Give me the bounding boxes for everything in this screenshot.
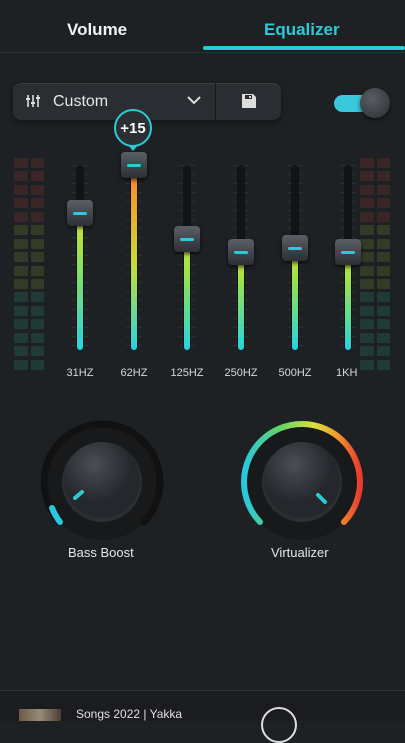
- bass-boost-knob[interactable]: [38, 418, 166, 546]
- bubble-tail: [128, 145, 138, 151]
- vu-segment: [14, 238, 28, 249]
- band-fill: [345, 252, 351, 350]
- sliders-icon: [26, 95, 40, 107]
- band-label: 1KH: [336, 367, 358, 379]
- vu-segment: [30, 252, 44, 263]
- tab-bar: Volume Equalizer: [0, 0, 405, 53]
- mini-player[interactable]: Songs 2022 | Yakka: [0, 690, 405, 743]
- vu-segment: [14, 184, 28, 195]
- vu-segment: [14, 292, 28, 303]
- chevron-down-icon: [187, 96, 201, 105]
- vu-segment: [14, 332, 28, 343]
- band-label: 31HZ: [66, 367, 94, 379]
- band-fill: [184, 239, 190, 350]
- vu-meter-left: [14, 158, 44, 370]
- virtualizer-knob[interactable]: [238, 418, 366, 546]
- vu-segment: [14, 211, 28, 222]
- vu-segment: [376, 252, 390, 263]
- bass-boost-label: Bass Boost: [68, 545, 134, 560]
- vu-segment: [376, 332, 390, 343]
- vu-segment: [376, 292, 390, 303]
- eq-band-250hz[interactable]: [221, 165, 261, 350]
- active-tab-indicator: [203, 46, 405, 50]
- eq-band-125hz[interactable]: [167, 165, 207, 350]
- vu-segment: [30, 292, 44, 303]
- eq-band-500hz[interactable]: [275, 165, 315, 350]
- vu-segment: [14, 171, 28, 182]
- vu-segment: [14, 252, 28, 263]
- tab-volume[interactable]: Volume: [67, 20, 127, 40]
- toggle-knob: [360, 88, 390, 118]
- vu-segment: [30, 319, 44, 330]
- band-label: 500HZ: [278, 367, 312, 379]
- preset-divider: [215, 83, 216, 120]
- band-thumb[interactable]: [121, 152, 147, 178]
- eq-band-31hz[interactable]: [60, 165, 100, 350]
- band-fill: [292, 248, 298, 350]
- vu-segment: [14, 225, 28, 236]
- band-thumb[interactable]: [174, 226, 200, 252]
- band-thumb[interactable]: [282, 235, 308, 261]
- vu-segment: [376, 278, 390, 289]
- vu-segment: [14, 198, 28, 209]
- vu-segment: [30, 225, 44, 236]
- vu-segment: [14, 265, 28, 276]
- vu-segment: [30, 211, 44, 222]
- vu-segment: [30, 265, 44, 276]
- vu-segment: [30, 171, 44, 182]
- vu-segment: [14, 319, 28, 330]
- song-title: Songs 2022 | Yakka: [76, 707, 183, 721]
- vu-segment: [376, 319, 390, 330]
- vu-segment: [376, 225, 390, 236]
- save-icon[interactable]: [241, 93, 257, 109]
- vu-segment: [376, 184, 390, 195]
- band-label: 125HZ: [170, 367, 204, 379]
- vu-segment: [14, 359, 28, 370]
- vu-segment: [14, 346, 28, 357]
- band-value-bubble: +15: [114, 109, 152, 147]
- vu-segment: [14, 158, 28, 168]
- vu-segment: [30, 359, 44, 370]
- band-value: +15: [120, 120, 146, 137]
- eq-band-62hz[interactable]: [114, 152, 154, 350]
- vu-segment: [376, 158, 390, 168]
- vu-segment: [376, 238, 390, 249]
- vu-segment: [376, 359, 390, 370]
- vu-segment: [30, 158, 44, 168]
- tab-equalizer[interactable]: Equalizer: [264, 20, 340, 40]
- vu-segment: [376, 265, 390, 276]
- vu-segment: [30, 332, 44, 343]
- vu-segment: [376, 211, 390, 222]
- band-thumb[interactable]: [67, 200, 93, 226]
- vu-segment: [30, 346, 44, 357]
- virtualizer-label: Virtualizer: [271, 545, 329, 560]
- eq-band-1kh[interactable]: [328, 165, 368, 350]
- play-button[interactable]: [261, 707, 297, 743]
- vu-segment: [376, 305, 390, 316]
- band-fill: [238, 252, 244, 350]
- vu-segment: [376, 198, 390, 209]
- band-thumb[interactable]: [335, 239, 361, 265]
- vu-segment: [376, 171, 390, 182]
- vu-segment: [30, 278, 44, 289]
- equalizer-toggle[interactable]: [334, 88, 390, 118]
- vu-segment: [30, 305, 44, 316]
- vu-segment: [30, 198, 44, 209]
- vu-segment: [30, 184, 44, 195]
- vu-segment: [376, 346, 390, 357]
- band-label: 62HZ: [120, 367, 148, 379]
- vu-segment: [14, 305, 28, 316]
- band-fill: [77, 213, 83, 350]
- band-fill: [131, 165, 137, 350]
- preset-label: Custom: [53, 93, 109, 110]
- vu-segment: [30, 238, 44, 249]
- vu-segment: [360, 359, 374, 370]
- vu-segment: [14, 278, 28, 289]
- album-art: [19, 709, 61, 721]
- band-label: 250HZ: [224, 367, 258, 379]
- band-thumb[interactable]: [228, 239, 254, 265]
